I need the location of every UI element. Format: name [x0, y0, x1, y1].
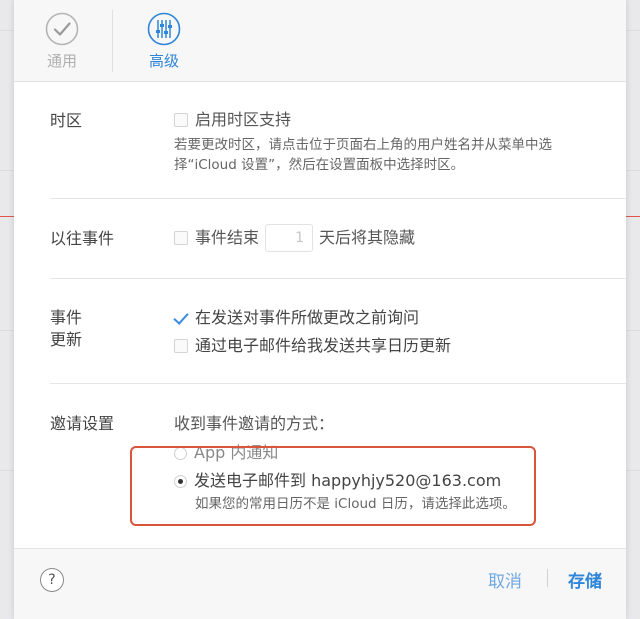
save-button[interactable]: 存储: [568, 567, 602, 592]
section-divider: [50, 198, 626, 199]
timezone-checkbox-label: 启用时区支持: [195, 110, 292, 129]
ask-before-sending-checkbox[interactable]: [174, 311, 188, 325]
days-stepper[interactable]: 1: [265, 224, 314, 252]
timezone-help-line2: 择“iCloud 设置”，然后在设置面板中选择时区。: [174, 157, 465, 173]
section-divider: [50, 383, 626, 384]
tab-advanced-label: 高级: [148, 52, 179, 70]
event-updates-label-line1: 事件: [50, 308, 83, 327]
past-events-label: 以往事件: [50, 229, 115, 248]
preferences-dialog: 通用 高级 时区 启用时区支持 若要更改时区，请点击位于页面右上角的用户姓名并从…: [14, 0, 626, 619]
past-events-prefix: 事件结束: [195, 228, 260, 247]
current-time-line: [626, 216, 640, 217]
section-divider: [50, 278, 626, 279]
preferences-toolbar: 通用 高级: [14, 0, 626, 82]
email-shared-updates-label: 通过电子邮件给我发送共享日历更新: [195, 336, 452, 355]
email-shared-updates-checkbox[interactable]: [174, 339, 188, 353]
footer-divider: [547, 569, 548, 587]
past-events-suffix: 天后将其隐藏: [319, 228, 416, 247]
dialog-footer: ? 取消 存储: [14, 548, 626, 619]
invitations-heading: 收到事件邀请的方式：: [174, 414, 335, 433]
timezone-help-line1: 若要更改时区，请点击位于页面右上角的用户姓名并从菜单中选: [174, 137, 552, 153]
sliders-icon: [147, 12, 181, 46]
invitations-label: 邀请设置: [50, 414, 115, 433]
ask-before-sending-option[interactable]: 在发送对事件所做更改之前询问: [174, 307, 419, 329]
timezone-support-option[interactable]: 启用时区支持: [174, 109, 291, 131]
cancel-button[interactable]: 取消: [488, 567, 522, 592]
email-shared-updates-option[interactable]: 通过电子邮件给我发送共享日历更新: [174, 335, 451, 357]
timezone-checkbox[interactable]: [174, 113, 188, 127]
timezone-label: 时区: [50, 111, 83, 130]
tab-general[interactable]: 通用: [27, 12, 97, 71]
hide-past-events-option[interactable]: 事件结束 1 天后将其隐藏: [174, 224, 415, 252]
tab-general-label: 通用: [46, 52, 77, 70]
hide-past-events-checkbox[interactable]: [174, 231, 188, 245]
current-time-line: [0, 216, 14, 217]
ask-before-sending-label: 在发送对事件所做更改之前询问: [195, 308, 420, 327]
event-updates-label-line2: 更新: [50, 330, 83, 349]
highlight-annotation: [130, 446, 536, 526]
checkmark-circle-icon: [45, 12, 79, 46]
help-button[interactable]: ?: [40, 568, 64, 592]
tab-advanced[interactable]: 高级: [129, 12, 199, 71]
tab-divider: [112, 10, 113, 72]
